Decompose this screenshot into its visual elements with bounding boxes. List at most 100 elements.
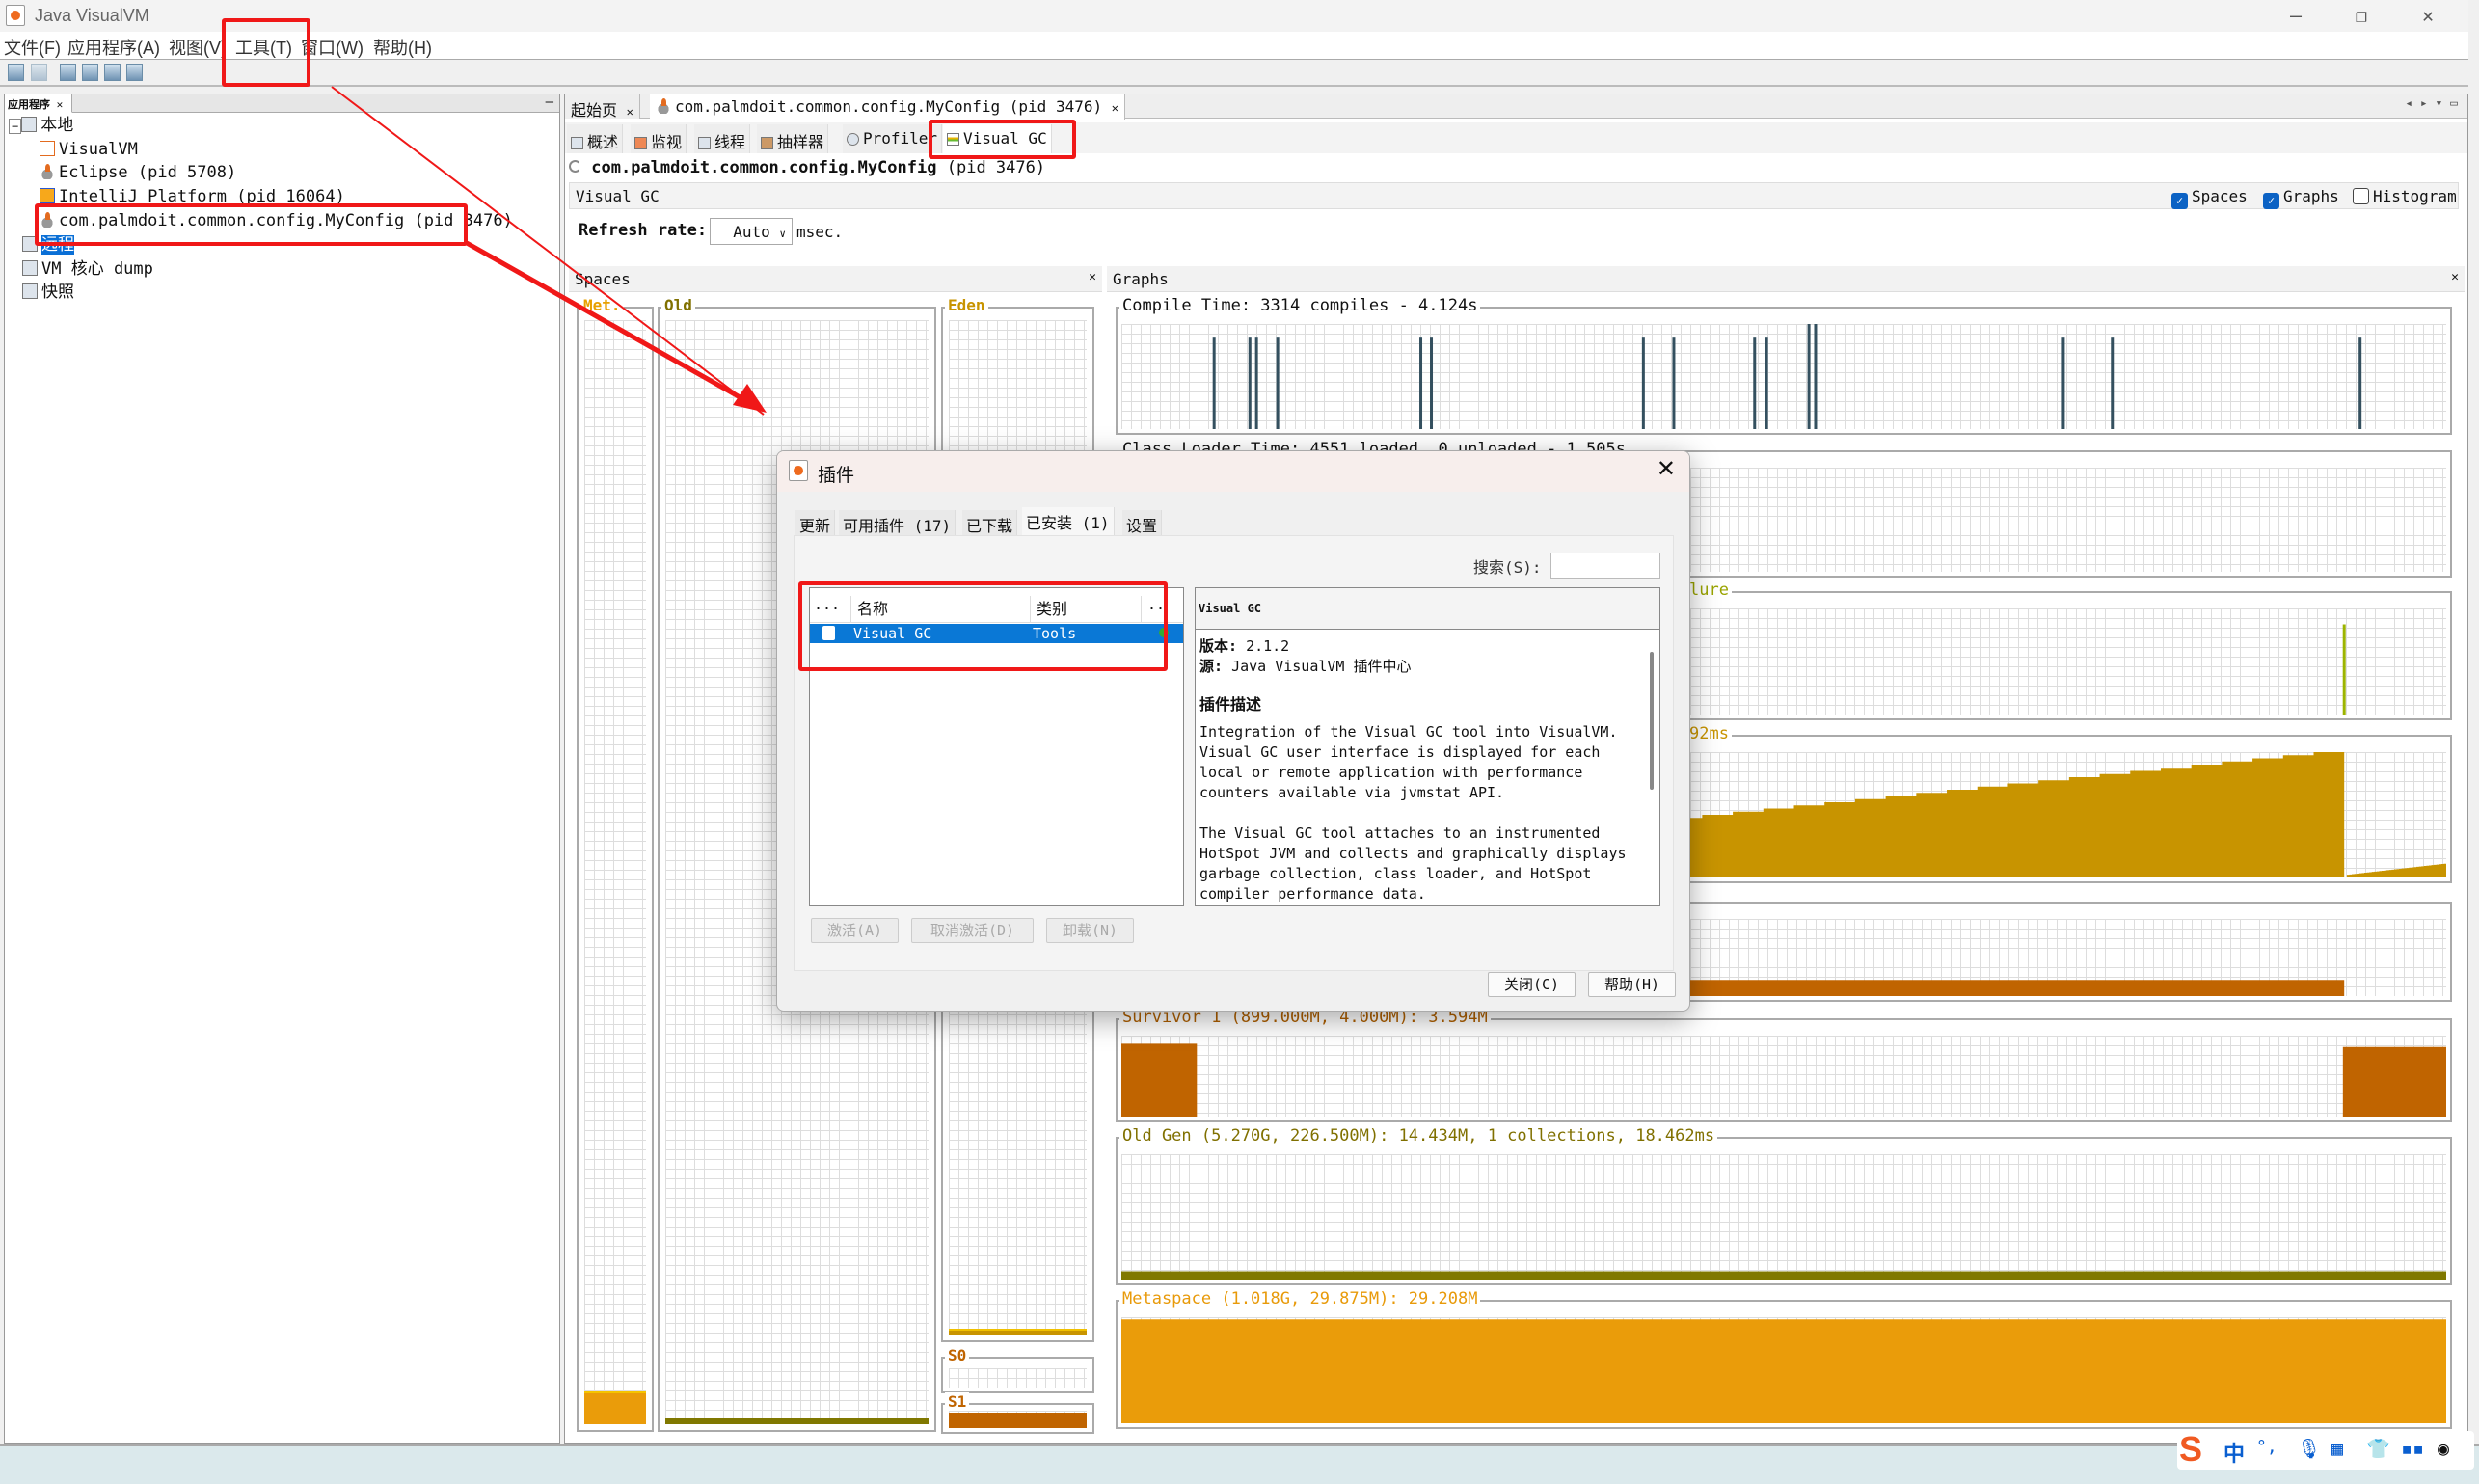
tab-downloaded[interactable]: 已下载 [962, 510, 1018, 535]
compile-time-spike [1212, 337, 1216, 429]
uninstall-button[interactable]: 卸载(N) [1046, 918, 1134, 943]
refresh-rate-label: Refresh rate: [579, 221, 708, 240]
compile-time-spike [1248, 337, 1252, 429]
tree-node-snapshots[interactable]: 快照 [22, 281, 74, 304]
spaces-checkbox[interactable]: ✓ Spaces [2171, 187, 2248, 209]
monitor-icon [634, 137, 647, 149]
old-gen-area [1121, 1271, 2446, 1280]
add-remote-host-icon[interactable] [60, 64, 76, 81]
close-graphs-icon[interactable]: ✕ [2451, 270, 2459, 284]
graphs-checkbox[interactable]: ✓ Graphs [2263, 187, 2339, 209]
app-icon [789, 460, 808, 481]
space-s0: S0 [941, 1346, 1094, 1393]
metaspace-chart [1121, 1319, 2446, 1423]
mascot-icon[interactable]: ◉ [2438, 1437, 2449, 1460]
annotation-box-plugin-row [798, 581, 1168, 671]
search-input[interactable] [1550, 553, 1660, 579]
space-metaspace: Met. [577, 296, 654, 1432]
spaces-panel-header: Spaces ✕ [569, 266, 1102, 292]
loading-icon [569, 160, 581, 173]
app-heading: com.palmdoit.common.config.MyConfig (pid… [569, 158, 1045, 177]
close-window-button[interactable]: ✕ [2422, 4, 2434, 27]
restore-button[interactable]: ❐ [2356, 4, 2367, 27]
toolbar [0, 60, 2468, 87]
tab-installed[interactable]: 已安装 (1) [1022, 507, 1115, 535]
subtab-threads[interactable]: 线程 [694, 124, 751, 153]
tree-item-eclipse[interactable]: Eclipse (pid 5708) [40, 161, 236, 184]
subtab-overview[interactable]: 概述 [567, 124, 624, 153]
java-icon [40, 164, 55, 179]
eden-area [2346, 863, 2446, 877]
tab-settings[interactable]: 设置 [1122, 510, 1163, 535]
compile-time-chart [1212, 324, 2362, 429]
keyboard-icon[interactable]: ▦ [2331, 1437, 2343, 1460]
taskbar [0, 1444, 2479, 1484]
metaspace-fill [584, 1390, 646, 1424]
app-icon [6, 5, 25, 26]
close-spaces-icon[interactable]: ✕ [1089, 270, 1096, 284]
window-title: Java VisualVM [35, 6, 149, 25]
visual-gc-header: Visual GC ✓ Spaces ✓ Graphs Histogram [569, 182, 2459, 209]
compile-time-spike [1641, 337, 1645, 429]
tab-start-page[interactable]: 起始页 ✕ [565, 94, 640, 120]
computer-icon [21, 117, 38, 132]
graph-metaspace: Metaspace (1.018G, 29.875M): 29.208M [1116, 1289, 2452, 1429]
histogram-checkbox[interactable]: Histogram [2353, 187, 2457, 205]
title-bar: Java VisualVM — ❐ ✕ [0, 0, 2468, 32]
tab-applications[interactable]: 应用程序 ✕ [5, 94, 72, 113]
compile-time-spike [2061, 337, 2065, 429]
deactivate-button[interactable]: 取消激活(D) [911, 918, 1034, 943]
menu-applications[interactable]: 应用程序(A) [67, 35, 160, 60]
s1-fill [949, 1412, 1087, 1428]
refresh-rate-select[interactable]: Auto ∨ [710, 218, 793, 245]
checkmark-icon: ✓ [2171, 193, 2188, 209]
survivor-1-area [2342, 1046, 2446, 1117]
microphone-icon[interactable]: 🎙 [2297, 1437, 2321, 1460]
tab-myconfig[interactable]: com.palmdoit.common.config.MyConfig (pid… [650, 94, 1125, 120]
save-icon[interactable] [31, 64, 47, 81]
applications-panel: 应用程序 ✕ — − 本地 VisualVM Eclipse (pid 5708)… [4, 94, 560, 1444]
annotation-box-visual-gc-tab [929, 120, 1076, 159]
close-button[interactable]: 关闭(C) [1488, 972, 1576, 997]
compile-time-spike [2111, 337, 2115, 429]
add-jmx-connection-icon[interactable] [82, 64, 98, 81]
dialog-close-icon[interactable]: ✕ [1657, 455, 1676, 483]
minimize-button[interactable]: — [2290, 4, 2302, 27]
plugins-dialog: 插件 ✕ 更新 可用插件 (17) 已下载 已安装 (1) 设置 搜索(S): … [776, 450, 1690, 1012]
subtab-profiler[interactable]: Profiler [843, 124, 943, 153]
survivor-1-chart [1121, 1043, 2446, 1117]
minimize-panel-button[interactable]: — [546, 94, 553, 110]
compile-time-spike [1765, 337, 1768, 429]
compile-time-spike [1254, 337, 1258, 429]
subtab-monitor[interactable]: 监视 [631, 124, 687, 153]
ime-mode-button[interactable]: 中 [2223, 1437, 2245, 1468]
ime-punctuation-button[interactable]: °, [2256, 1437, 2277, 1457]
activate-button[interactable]: 激活(A) [811, 918, 899, 943]
tab-available-plugins[interactable]: 可用插件 (17) [839, 510, 957, 535]
help-button[interactable]: 帮助(H) [1588, 972, 1676, 997]
profiler-icon [847, 133, 859, 146]
tree-node-core-dump[interactable]: VM 核心 dump [22, 257, 153, 281]
compile-time-spike [1753, 337, 1757, 429]
tab-navigation-icons[interactable]: ◂ ▸ ▾ ▭ [2405, 96, 2458, 111]
add-snapshot-icon[interactable] [126, 64, 143, 81]
visualvm-icon [40, 141, 55, 156]
menu-file[interactable]: 文件(F) [4, 35, 61, 60]
old-gen-chart [1121, 1271, 2446, 1280]
details-scrollbar[interactable] [1650, 652, 1654, 790]
close-tab-icon[interactable]: ✕ [1112, 101, 1118, 115]
gc-time-spike [2342, 624, 2346, 715]
add-core-dump-icon[interactable] [104, 64, 121, 81]
load-icon[interactable] [8, 64, 24, 81]
menu-view[interactable]: 视图(V) [169, 35, 227, 60]
tab-updates[interactable]: 更新 [795, 510, 836, 535]
tree-item-visualvm[interactable]: VisualVM [40, 138, 138, 161]
skin-icon[interactable]: 👕 [2366, 1437, 2390, 1460]
eden-fill [949, 1329, 1087, 1335]
menu-help[interactable]: 帮助(H) [373, 35, 432, 60]
graphs-panel-header: Graphs ✕ [1107, 266, 2465, 292]
subtab-sampler[interactable]: 抽样器 [757, 124, 829, 153]
threads-icon [698, 137, 711, 149]
tree-node-local[interactable]: − 本地 [9, 114, 73, 137]
toolbox-icon[interactable]: ▪▪ [2401, 1437, 2424, 1460]
